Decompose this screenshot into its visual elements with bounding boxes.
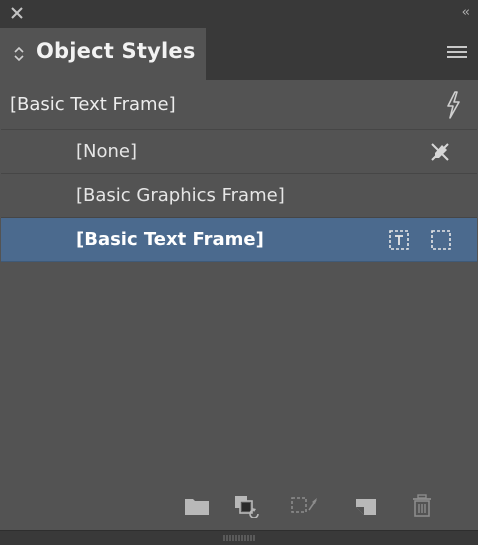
resize-grip-icon[interactable]	[222, 535, 258, 541]
default-graphic-frame-icon	[431, 230, 451, 250]
tab-object-styles[interactable]: Object Styles	[0, 28, 206, 80]
panel-footer	[0, 480, 478, 530]
current-style-name: [Basic Text Frame]	[10, 94, 176, 115]
style-list: [None] [Basic Graphics Frame] [Basic Tex…	[1, 129, 477, 481]
list-item-none[interactable]: [None]	[1, 130, 477, 174]
style-label: [Basic Text Frame]	[76, 229, 264, 250]
create-new-style-icon[interactable]	[352, 494, 380, 518]
delete-icon[interactable]	[408, 494, 436, 518]
panel-menu-icon[interactable]	[447, 46, 467, 60]
list-item-basic-graphics-frame[interactable]: [Basic Graphics Frame]	[1, 174, 477, 218]
collapse-panel-button[interactable]: ‹‹	[462, 5, 471, 20]
close-icon[interactable]	[8, 4, 26, 22]
resize-bar[interactable]	[0, 530, 478, 545]
lightning-icon[interactable]	[444, 90, 462, 120]
panel-titlebar: ‹‹	[0, 0, 478, 28]
style-label: [None]	[76, 141, 138, 162]
clear-overrides-icon[interactable]	[233, 494, 261, 518]
clear-non-style-attributes-icon[interactable]	[290, 494, 318, 518]
list-item-basic-text-frame[interactable]: [Basic Text Frame]	[1, 218, 477, 262]
chevron-updown-icon[interactable]	[13, 45, 25, 63]
new-style-group-icon[interactable]	[183, 494, 211, 518]
tab-strip: Object Styles	[0, 28, 478, 80]
panel-title: Object Styles	[36, 39, 196, 63]
default-text-frame-icon	[389, 230, 409, 250]
style-label: [Basic Graphics Frame]	[76, 185, 285, 206]
clear-overrides-icon	[431, 143, 449, 161]
